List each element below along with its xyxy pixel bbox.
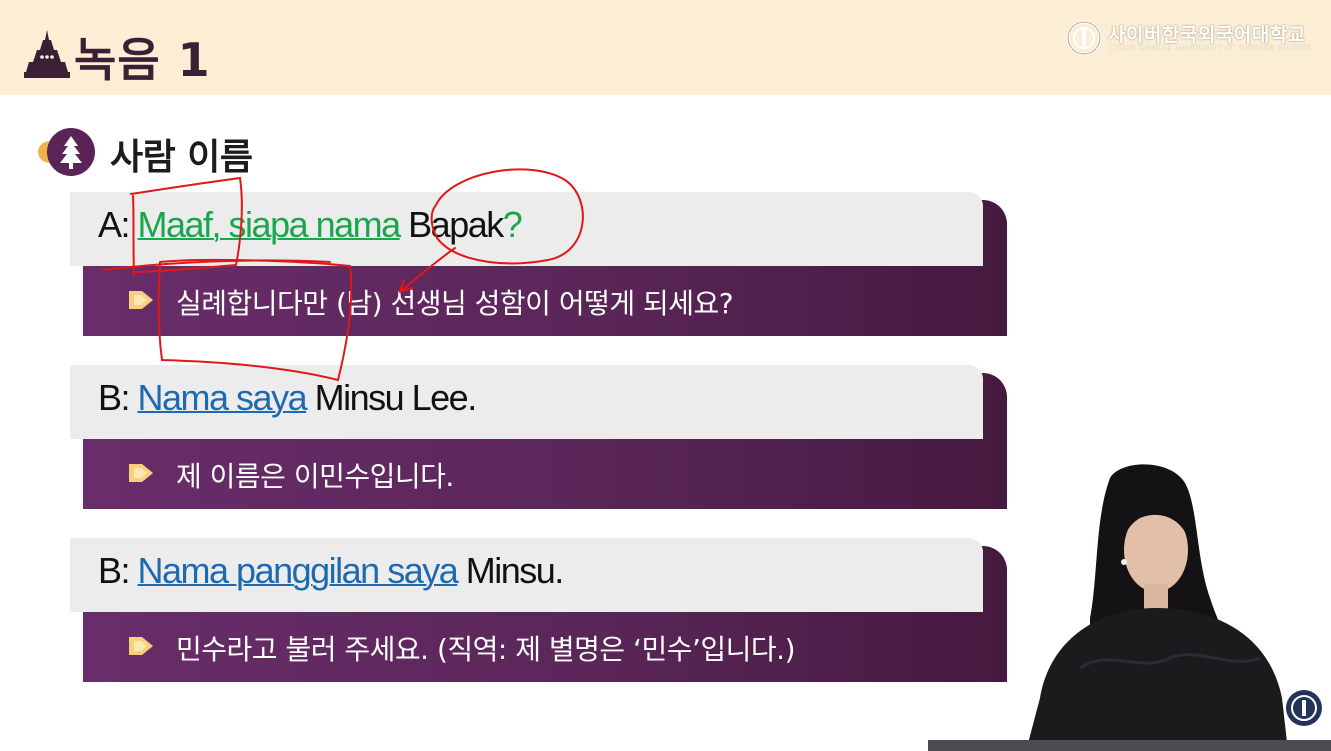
arrow-bullet-icon — [129, 637, 153, 655]
speaker-label: A: — [98, 204, 138, 245]
desk-bar — [928, 740, 1331, 751]
instructor-video — [1026, 464, 1322, 751]
translation-text: 실례합니다만 (남) 선생님 성함이 어떻게 되세요? — [176, 287, 734, 320]
arrow-bullet-icon — [129, 464, 153, 482]
dialogue-row: B: Nama panggilan saya Minsu. 민수라고 불러 주세… — [70, 538, 1007, 684]
highlight-phrase: Nama saya — [137, 377, 308, 418]
speaker-label: B: — [98, 550, 138, 591]
speaker-label: B: — [98, 377, 138, 418]
dialogue-row: A: Maaf, siapa nama Bapak? 실례합니다만 (남) 선생… — [70, 192, 1007, 338]
sentence-line: B: Nama saya Minsu Lee. — [98, 377, 478, 419]
university-emblem-icon — [1066, 20, 1102, 56]
header-band: 녹음 1 사이버한국외국어대학교 CYBER HANKUK UNIVERSITY… — [0, 0, 1331, 95]
page-title: 녹음 1 — [74, 33, 211, 87]
arrow-bullet-icon — [129, 291, 153, 309]
temple-icon — [24, 30, 70, 78]
university-subtitle: CYBER HANKUK UNIVERSITY OF FOREIGN STUDI… — [1110, 44, 1312, 52]
question-mark: ? — [502, 204, 523, 245]
highlight-phrase: Nama panggilan saya — [137, 550, 459, 591]
sentence-line: B: Nama panggilan saya Minsu. — [98, 550, 565, 592]
translation-text: 민수라고 불러 주세요. (직역: 제 별명은 ‘민수’입니다.) — [176, 633, 796, 666]
university-name: 사이버한국외국어대학교 — [1108, 24, 1306, 46]
section-title: 사람 이름 — [110, 137, 253, 178]
dialogue-row: B: Nama saya Minsu Lee. 제 이름은 이민수입니다. — [70, 365, 1007, 511]
highlight-phrase: Maaf, siapa nama — [137, 204, 402, 245]
sentence-tail: Minsu. — [457, 550, 565, 591]
translation-text: 제 이름은 이민수입니다. — [176, 460, 454, 493]
sentence-tail: Minsu Lee. — [306, 377, 478, 418]
sentence-line: A: Maaf, siapa nama Bapak? — [98, 204, 523, 246]
university-logo: 사이버한국외국어대학교 CYBER HANKUK UNIVERSITY OF F… — [1066, 18, 1316, 58]
tree-badge-icon — [38, 128, 95, 176]
sentence-tail: Bapak — [399, 204, 504, 245]
